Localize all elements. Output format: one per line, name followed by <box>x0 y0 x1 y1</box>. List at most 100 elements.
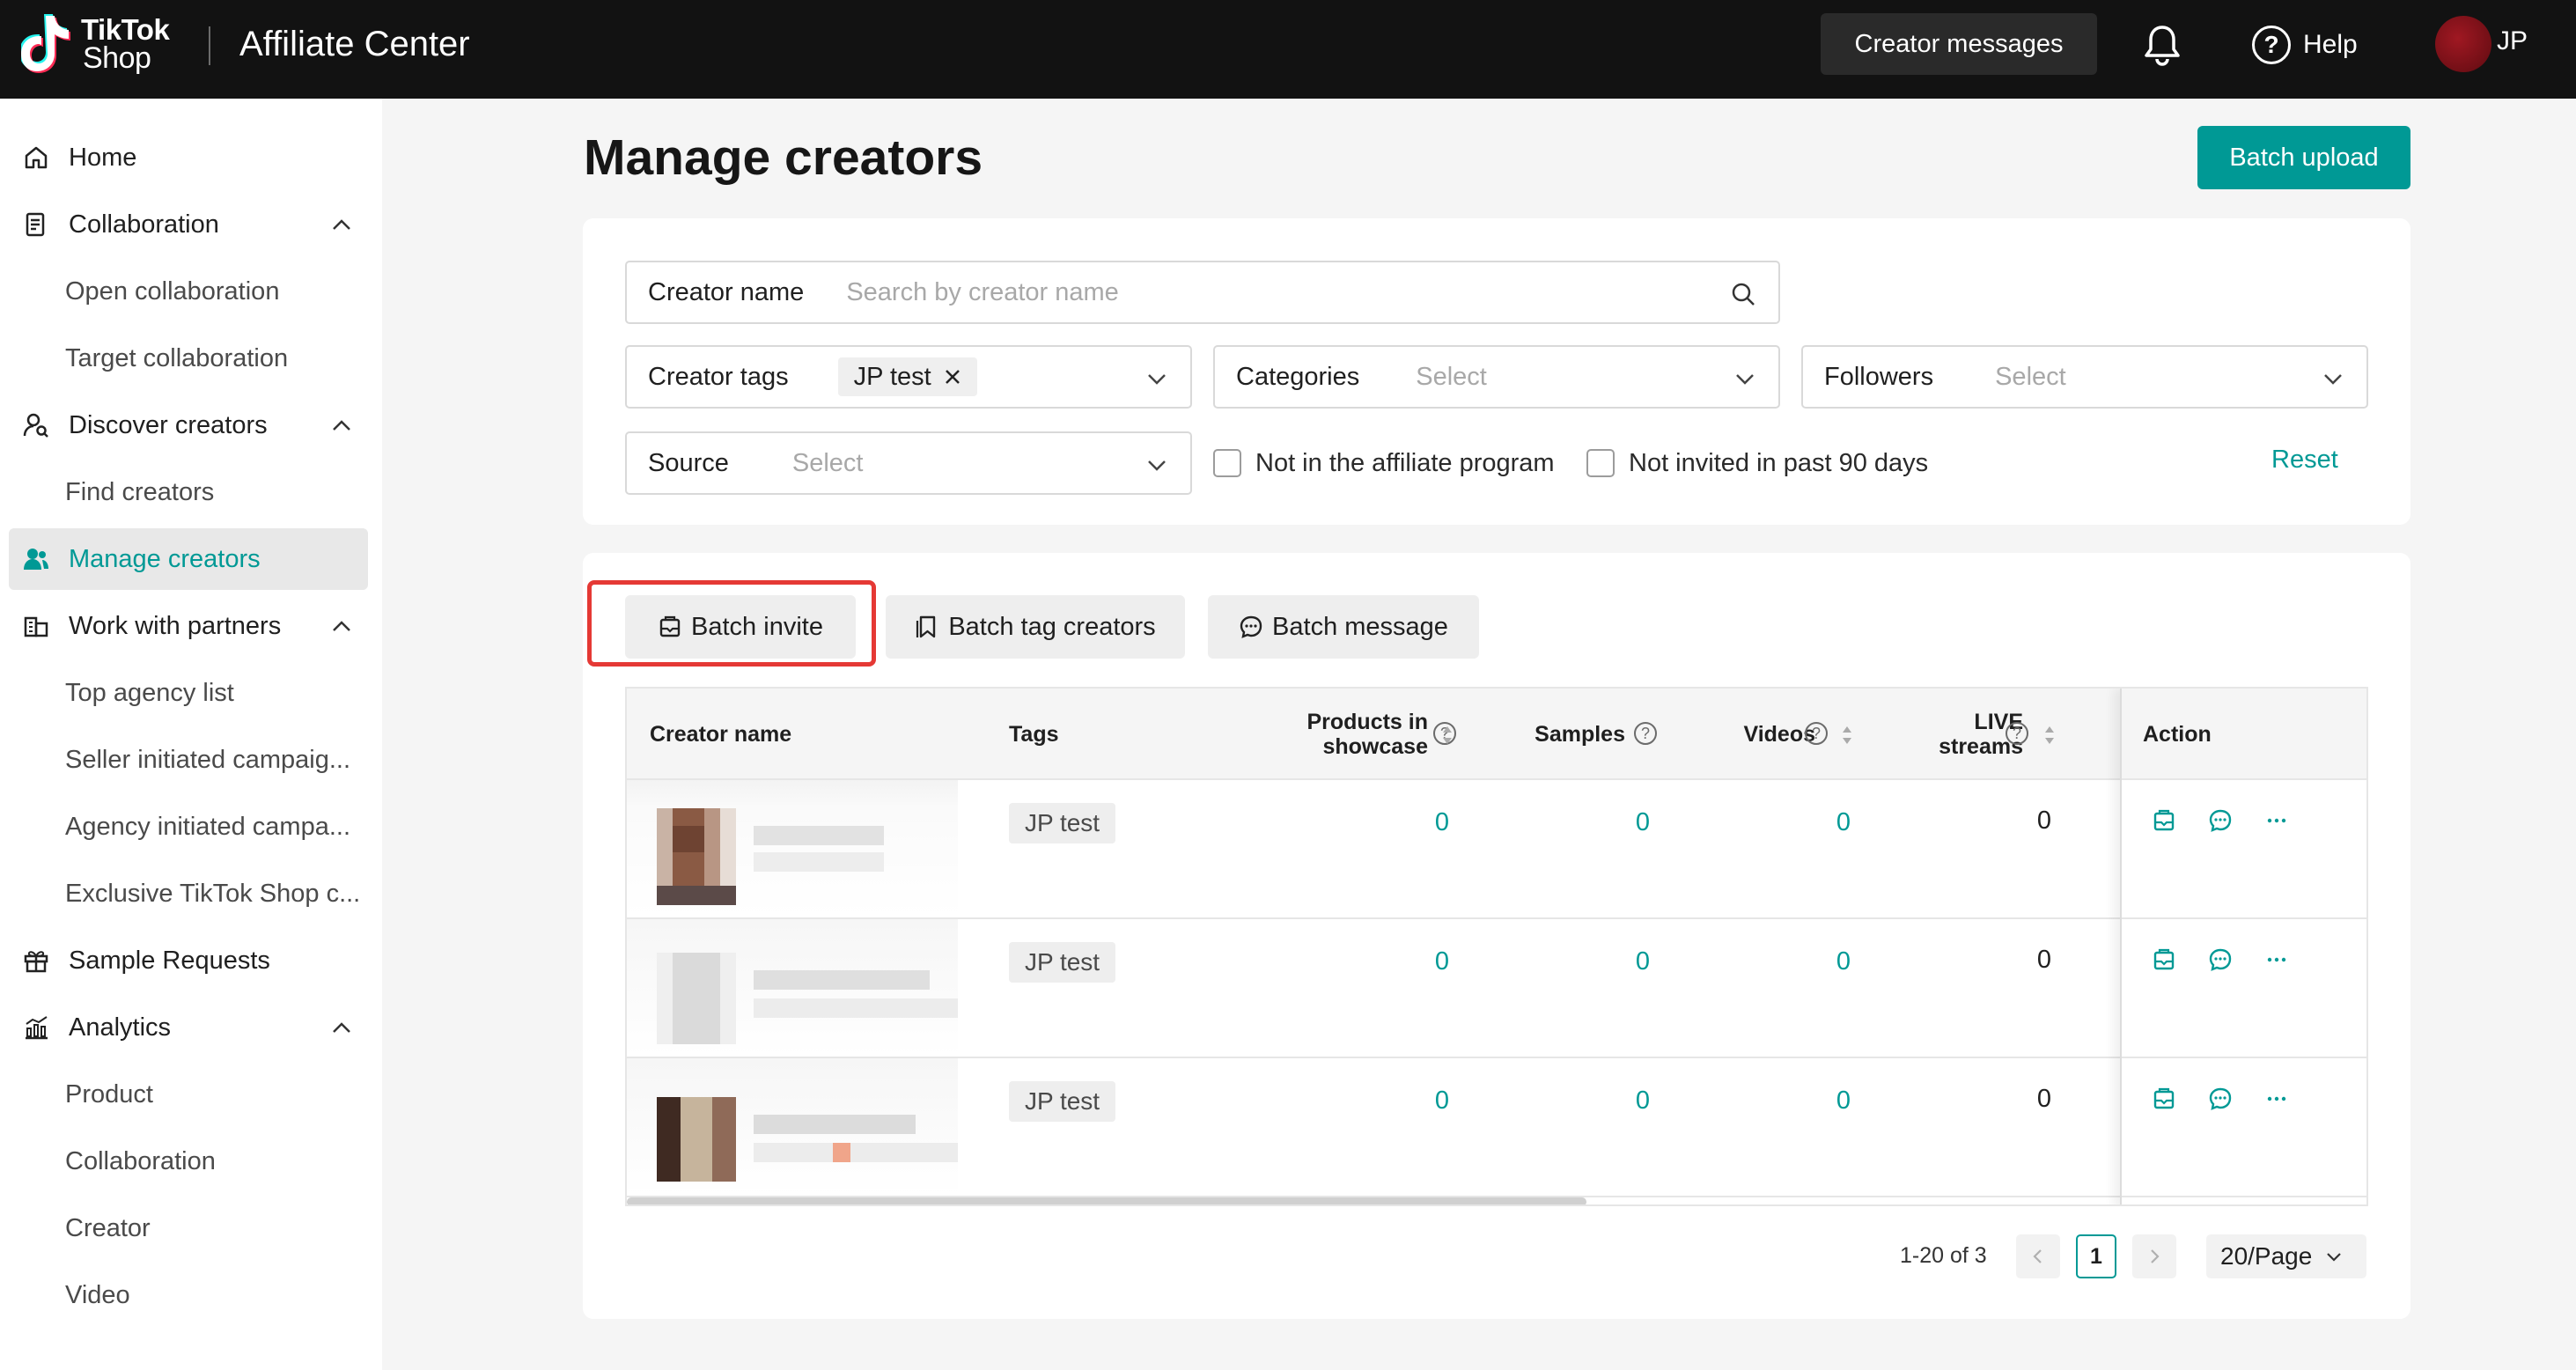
chevron-up-icon[interactable] <box>329 615 354 639</box>
sidebar-item-agency-initiated[interactable]: Agency initiated campa... <box>9 796 368 858</box>
sidebar-item-seller-initiated[interactable]: Seller initiated campaig... <box>9 729 368 791</box>
prev-page-button[interactable] <box>2016 1234 2060 1278</box>
categories-select[interactable]: Categories Select <box>1213 345 1780 409</box>
help-icon[interactable]: ? <box>1805 722 1828 745</box>
sidebar-item-home[interactable]: Home <box>9 127 368 188</box>
not-in-affiliate-checkbox[interactable] <box>1213 449 1241 477</box>
col-products[interactable]: Products in showcase <box>1243 710 1428 759</box>
message-icon[interactable] <box>2208 808 2233 833</box>
creator-handle-blurred <box>754 1143 958 1162</box>
sidebar-item-analytics[interactable]: Analytics <box>9 997 368 1058</box>
sidebar-item-analytics-collaboration[interactable]: Collaboration <box>9 1131 368 1192</box>
chevron-down-icon <box>2324 374 2342 385</box>
more-icon[interactable] <box>2264 808 2289 833</box>
batch-tag-button[interactable]: Batch tag creators <box>886 595 1185 659</box>
search-icon[interactable] <box>1729 280 1757 308</box>
sort-icon[interactable] <box>1440 722 1454 748</box>
col-products-line1: Products in <box>1306 710 1428 734</box>
followers-select[interactable]: Followers Select <box>1801 345 2368 409</box>
sidebar-item-open-collaboration[interactable]: Open collaboration <box>9 261 368 322</box>
sidebar-item-target-collaboration[interactable]: Target collaboration <box>9 328 368 389</box>
not-invited-checkbox[interactable] <box>1586 449 1615 477</box>
videos-count[interactable]: 0 <box>1815 808 1851 837</box>
sidebar-item-top-agency-list[interactable]: Top agency list <box>9 662 368 724</box>
creator-tags-select[interactable]: Creator tags JP test <box>625 345 1192 409</box>
sidebar-item-label: Collaboration <box>69 210 219 239</box>
videos-count[interactable]: 0 <box>1815 947 1851 976</box>
chevron-up-icon[interactable] <box>329 213 354 238</box>
tag-badge: JP test <box>1009 1081 1116 1122</box>
sidebar-item-label: Discover creators <box>69 410 268 439</box>
categories-placeholder: Select <box>1416 362 1487 391</box>
sort-icon[interactable] <box>2042 722 2057 748</box>
sidebar-item-label: Product <box>65 1079 153 1109</box>
chevron-up-icon[interactable] <box>329 1016 354 1041</box>
samples-count[interactable]: 0 <box>1615 1086 1650 1116</box>
sidebar-item-analytics-product[interactable]: Product <box>9 1064 368 1125</box>
sidebar-item-work-with-partners[interactable]: Work with partners <box>9 595 368 657</box>
source-select[interactable]: Source Select <box>625 431 1192 495</box>
sidebar-item-exclusive[interactable]: Exclusive TikTok Shop c... <box>9 863 368 924</box>
products-count[interactable]: 0 <box>1414 1086 1449 1116</box>
table-row[interactable]: JP test 0 0 0 0 <box>627 1058 2366 1197</box>
next-page-button[interactable] <box>2132 1234 2176 1278</box>
avatar[interactable] <box>2435 16 2491 72</box>
batch-message-button[interactable]: Batch message <box>1208 595 1479 659</box>
sidebar-item-sample-requests[interactable]: Sample Requests <box>9 930 368 991</box>
chevron-down-icon <box>1148 460 1166 471</box>
sidebar-item-discover-creators[interactable]: Discover creators <box>9 394 368 456</box>
samples-count[interactable]: 0 <box>1615 808 1650 837</box>
more-icon[interactable] <box>2264 1086 2289 1111</box>
col-creator-name: Creator name <box>650 722 792 747</box>
batch-invite-highlight <box>587 580 876 667</box>
user-initials[interactable]: JP <box>2497 26 2528 56</box>
message-icon <box>1240 615 1262 638</box>
samples-count[interactable]: 0 <box>1615 947 1650 976</box>
followers-placeholder: Select <box>1995 362 2066 391</box>
source-placeholder: Select <box>791 448 864 477</box>
chevron-right-icon <box>2151 1249 2160 1263</box>
creator-avatar <box>657 1097 736 1182</box>
reset-button[interactable]: Reset <box>2271 446 2338 475</box>
tag-badge: JP test <box>1009 803 1116 843</box>
help-button[interactable]: ? Help <box>2252 23 2358 67</box>
products-count[interactable]: 0 <box>1414 947 1449 976</box>
table-row[interactable]: JP test 0 0 0 0 <box>627 919 2366 1058</box>
creator-name-blurred <box>754 970 930 990</box>
bell-icon[interactable] <box>2141 23 2183 67</box>
close-icon[interactable] <box>944 368 961 386</box>
page-1-button[interactable]: 1 <box>2076 1234 2116 1278</box>
analytics-icon <box>21 1013 51 1042</box>
sidebar-item-analytics-creator[interactable]: Creator <box>9 1197 368 1259</box>
chevron-up-icon[interactable] <box>329 414 354 438</box>
sort-icon[interactable] <box>1840 722 1854 748</box>
invite-icon[interactable] <box>2152 808 2176 833</box>
more-icon[interactable] <box>2264 947 2289 972</box>
help-icon[interactable]: ? <box>1634 722 1657 745</box>
batch-upload-button[interactable]: Batch upload <box>2197 126 2410 189</box>
horizontal-scrollbar[interactable] <box>627 1197 1586 1204</box>
page-size-select[interactable]: 20/Page <box>2206 1234 2366 1278</box>
not-invited-label[interactable]: Not invited in past 90 days <box>1629 449 1928 478</box>
sidebar-item-label: Sample Requests <box>69 946 270 975</box>
sidebar-item-analytics-video[interactable]: Video <box>9 1264 368 1326</box>
discover-icon <box>21 410 51 440</box>
products-count[interactable]: 0 <box>1414 808 1449 837</box>
help-icon[interactable]: ? <box>2006 722 2028 745</box>
message-icon[interactable] <box>2208 947 2233 972</box>
videos-count[interactable]: 0 <box>1815 1086 1851 1116</box>
invite-icon[interactable] <box>2152 1086 2176 1111</box>
sidebar-item-collaboration[interactable]: Collaboration <box>9 194 368 255</box>
avatar-pixel <box>673 826 704 852</box>
message-icon[interactable] <box>2208 1086 2233 1111</box>
selected-tag-chip: JP test <box>837 357 977 396</box>
not-in-affiliate-label[interactable]: Not in the affiliate program <box>1255 449 1555 478</box>
invite-icon[interactable] <box>2152 947 2176 972</box>
sidebar-item-manage-creators[interactable]: Manage creators <box>9 528 368 590</box>
creator-name-search[interactable]: Creator name Search by creator name <box>625 261 1780 324</box>
selected-tag-label: JP test <box>853 362 931 391</box>
sidebar-item-find-creators[interactable]: Find creators <box>9 461 368 523</box>
table-row[interactable]: JP test 0 0 0 0 <box>627 780 2366 919</box>
search-input[interactable]: Search by creator name <box>846 278 1118 307</box>
creator-messages-button[interactable]: Creator messages <box>1821 13 2097 75</box>
